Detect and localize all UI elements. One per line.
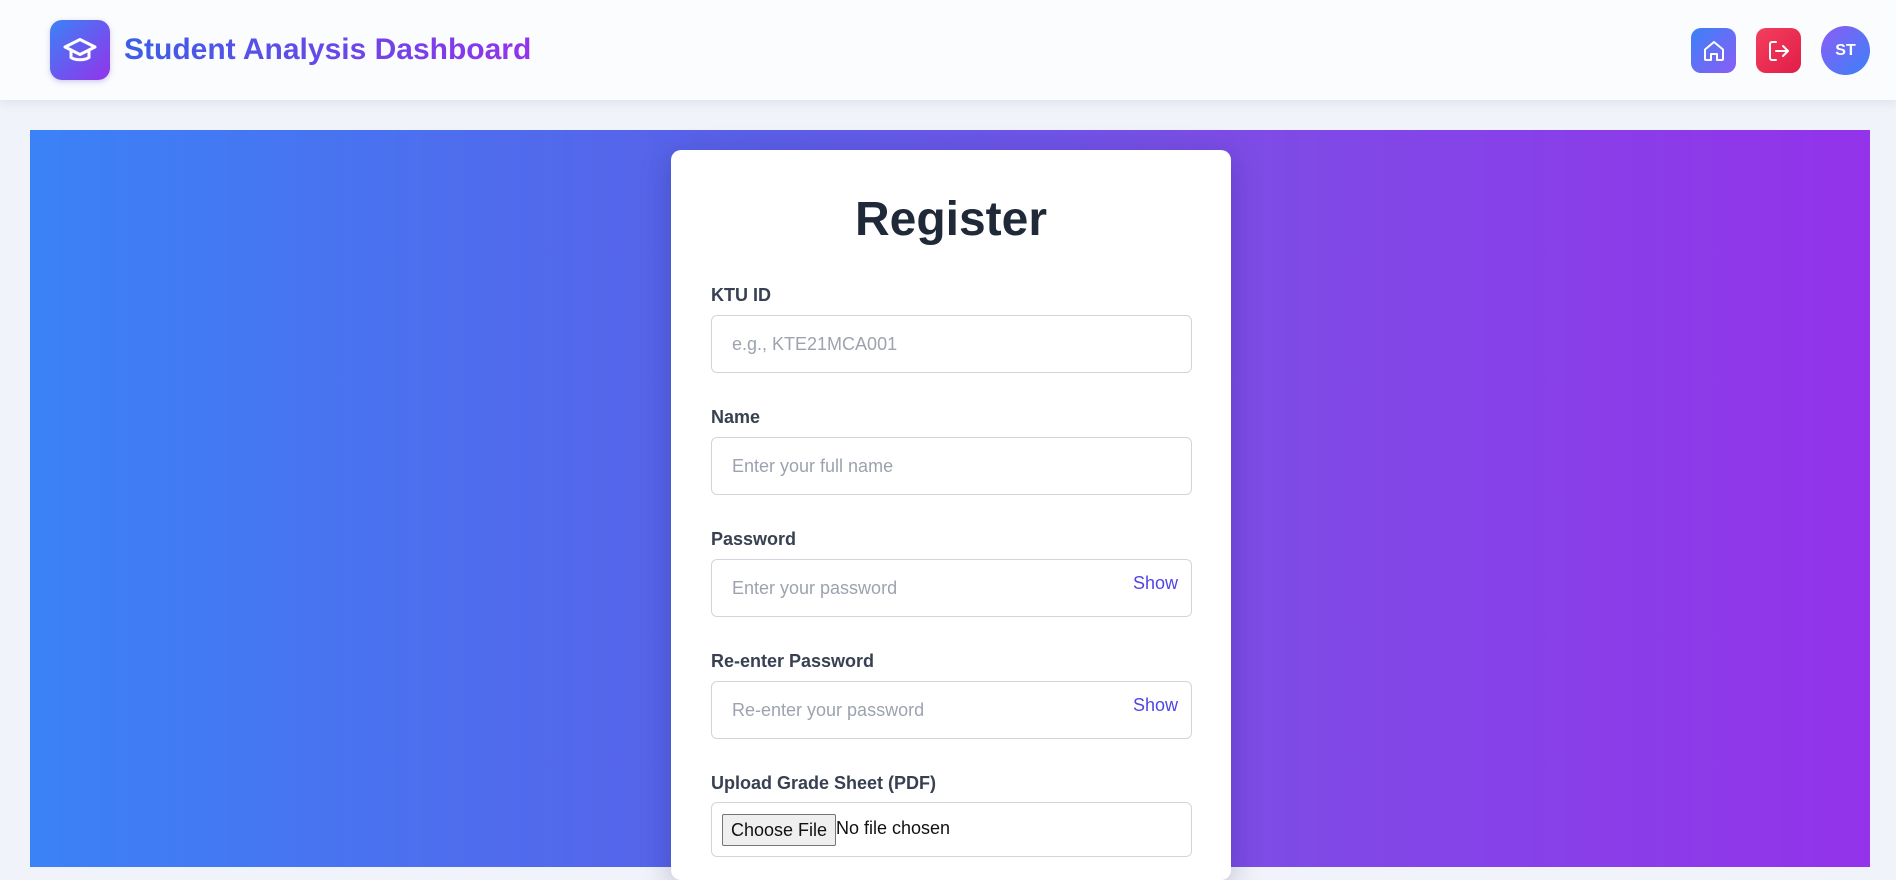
app-title: Student Analysis Dashboard bbox=[124, 33, 532, 66]
password-label: Password bbox=[711, 529, 797, 549]
grade-sheet-label: Upload Grade Sheet (PDF) bbox=[711, 773, 937, 793]
name-input[interactable] bbox=[711, 437, 1192, 495]
password-input[interactable] bbox=[711, 559, 1192, 617]
home-button[interactable] bbox=[1691, 28, 1736, 73]
ktu-id-input[interactable] bbox=[711, 315, 1192, 373]
user-avatar[interactable]: ST bbox=[1821, 26, 1870, 75]
logout-icon bbox=[1768, 40, 1789, 61]
confirm-password-show-toggle[interactable]: Show bbox=[1133, 694, 1178, 716]
file-status-text: No file chosen bbox=[836, 818, 951, 838]
graduation-cap-icon bbox=[63, 38, 97, 62]
grade-sheet-upload[interactable]: Choose File No file chosen bbox=[711, 802, 1192, 857]
home-icon bbox=[1703, 40, 1724, 61]
register-card: Register KTU ID Name Password Show Re-en… bbox=[671, 150, 1231, 880]
top-header: Student Analysis Dashboard ST bbox=[0, 0, 1896, 100]
choose-file-button[interactable]: Choose File bbox=[722, 814, 837, 846]
password-show-toggle[interactable]: Show bbox=[1133, 572, 1178, 594]
app-logo[interactable] bbox=[50, 20, 110, 80]
confirm-password-label: Re-enter Password bbox=[711, 651, 875, 671]
register-title: Register bbox=[854, 193, 1048, 246]
name-label: Name bbox=[711, 407, 761, 427]
logout-button[interactable] bbox=[1756, 28, 1801, 73]
confirm-password-input[interactable] bbox=[711, 681, 1192, 739]
ktu-id-label: KTU ID bbox=[711, 285, 771, 305]
